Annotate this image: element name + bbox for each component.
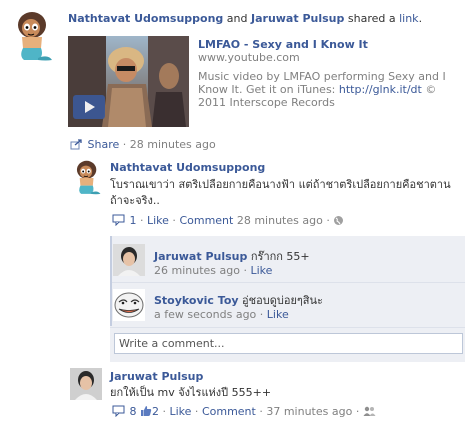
avatar-reply-2[interactable]: [113, 289, 145, 321]
avatar-comment-1[interactable]: [70, 158, 106, 196]
story-actor-1[interactable]: Nathtavat Udomsuppong: [68, 12, 223, 25]
reply-1-like[interactable]: Like: [250, 264, 272, 277]
comment-2-author[interactable]: Jaruwat Pulsup: [110, 370, 203, 383]
story-actions: Share · 28 minutes ago: [70, 138, 216, 154]
comment-2-like-count[interactable]: 2: [152, 405, 159, 418]
comment-1-like[interactable]: Like: [147, 214, 169, 227]
video-thumbnail[interactable]: [68, 36, 189, 127]
thumbs-up-icon: [140, 405, 152, 421]
comment-1-author[interactable]: Nathtavat Udomsuppong: [110, 161, 265, 174]
share-icon[interactable]: [70, 138, 84, 154]
comment-1-meta: 1 · Like · Comment 28 minutes ago ·: [112, 214, 344, 230]
avatar-reply-1[interactable]: [113, 244, 145, 276]
reply-2-line: Stoykovic Toy อู่ชอบดูบ่อยๆสินะ: [154, 291, 323, 309]
comment-2-text: ยกให้เป็น mv จังไรแห่งปี 555++: [110, 386, 272, 399]
user-photo-icon: [70, 368, 102, 400]
cartoon-avatar-icon: [70, 158, 106, 196]
comment-1-reply-count[interactable]: 1: [130, 214, 137, 227]
attachment-title[interactable]: LMFAO - Sexy and I Know It: [198, 38, 368, 51]
reply-1-author[interactable]: Jaruwat Pulsup: [154, 250, 247, 263]
write-comment-input[interactable]: [115, 334, 462, 353]
reply-2-like[interactable]: Like: [267, 308, 289, 321]
comment-bubble-icon: [112, 214, 126, 230]
separator-dot: ·: [191, 405, 202, 418]
separator-dot: ·: [256, 308, 267, 321]
story-verb: shared a: [344, 12, 400, 25]
play-icon: [85, 101, 95, 113]
reply-1-line: Jaruwat Pulsup กร๊ากก 55+: [154, 247, 310, 265]
reply-2-meta: a few seconds ago · Like: [154, 308, 289, 321]
avatar-comment-2[interactable]: [70, 368, 102, 400]
comment-1-comment[interactable]: Comment: [179, 214, 233, 227]
write-comment-box[interactable]: [114, 333, 463, 354]
reply-2-text: อู่ชอบดูบ่อยๆสินะ: [242, 294, 323, 307]
user-photo-icon: [113, 244, 145, 276]
reply-1-meta: 26 minutes ago · Like: [154, 264, 272, 277]
globe-icon[interactable]: [333, 215, 344, 230]
story-timestamp[interactable]: 28 minutes ago: [130, 138, 216, 151]
attachment-description: Music video by LMFAO performing Sexy and…: [198, 70, 460, 109]
separator-dot: ·: [136, 214, 147, 227]
share-link[interactable]: Share: [88, 138, 120, 151]
separator-dot: ·: [239, 264, 251, 277]
separator-dot: ·: [322, 214, 334, 227]
separator-dot: ·: [159, 405, 170, 418]
play-button-icon[interactable]: [73, 95, 105, 119]
reply-thread-line: [110, 236, 112, 326]
comment-2-comment[interactable]: Comment: [202, 405, 256, 418]
reply-2-author[interactable]: Stoykovic Toy: [154, 294, 239, 307]
reply-2-time[interactable]: a few seconds ago: [154, 308, 256, 321]
comment-1-text: โบราณเขาว่า สตริเปลือยกายคือนางฟ้า แต่ถ้…: [110, 178, 451, 207]
reply-1-time[interactable]: 26 minutes ago: [154, 264, 240, 277]
comment-2-meta: 8 2 · Like · Comment · 37 minutes ago ·: [112, 405, 376, 421]
cartoon-avatar-icon: [8, 8, 60, 63]
story-period: .: [418, 12, 423, 25]
avatar-cartoon-story[interactable]: [8, 8, 60, 63]
comment-2-like[interactable]: Like: [170, 405, 192, 418]
story-header: Nathtavat Udomsuppong and Jaruwat Pulsup…: [68, 12, 463, 26]
comment-2-reply-count[interactable]: 8: [130, 405, 137, 418]
friends-icon[interactable]: [363, 406, 376, 421]
troll-face-icon: [113, 289, 145, 321]
comment-1-time[interactable]: 28 minutes ago: [237, 214, 323, 227]
story-actor-2[interactable]: Jaruwat Pulsup: [251, 12, 344, 25]
reply-divider: [110, 327, 465, 328]
separator-dot: ·: [168, 214, 180, 227]
separator-dot: ·: [255, 405, 267, 418]
story-object-link[interactable]: link: [399, 12, 418, 25]
separator-dot: ·: [352, 405, 363, 418]
reply-1-text: กร๊ากก 55+: [250, 250, 310, 263]
attachment-desc-link[interactable]: http://glnk.it/dt: [339, 83, 422, 96]
reply-divider: [110, 282, 465, 283]
comment-2-time[interactable]: 37 minutes ago: [266, 405, 352, 418]
story-connector: and: [223, 12, 251, 25]
actions-separator: ·: [119, 138, 130, 151]
comment-bubble-icon: [112, 405, 126, 421]
attachment-domain: www.youtube.com: [198, 51, 300, 64]
